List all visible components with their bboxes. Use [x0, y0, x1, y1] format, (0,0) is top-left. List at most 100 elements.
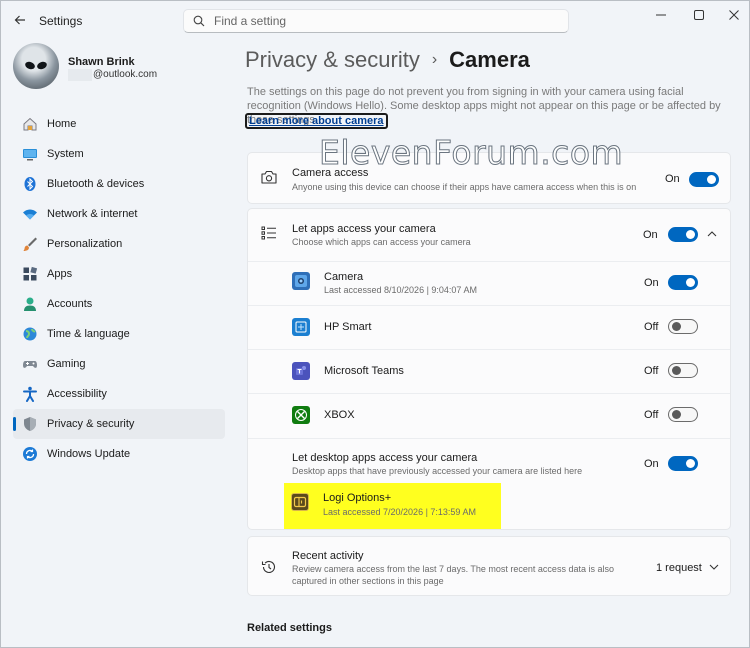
apps-icon: [22, 266, 38, 282]
desktop-apps-state: On: [644, 458, 659, 470]
list-icon: [261, 226, 276, 240]
related-settings-heading: Related settings: [247, 622, 332, 634]
let-apps-state: On: [643, 229, 658, 241]
let-apps-title: Let apps access your camera: [292, 223, 436, 235]
divider: [248, 393, 730, 394]
bluetooth-icon: [22, 176, 38, 192]
recent-activity-title: Recent activity: [292, 550, 364, 562]
user-profile[interactable]: Shawn Brink @outlook.com: [13, 43, 233, 91]
let-apps-toggle[interactable]: [668, 227, 698, 242]
back-arrow-icon: [14, 15, 25, 25]
camera-app-toggle[interactable]: [668, 275, 698, 290]
recent-activity-subtitle-1: Review camera access from the last 7 day…: [292, 564, 614, 574]
search-icon: [193, 15, 205, 27]
hp-smart-icon: [292, 318, 310, 336]
sidebar-item-label: Home: [47, 118, 77, 130]
search-input[interactable]: [214, 13, 554, 29]
sidebar-item-label: Bluetooth & devices: [47, 178, 145, 190]
minimize-icon: [656, 14, 666, 16]
breadcrumb-separator: ›: [431, 51, 438, 68]
page-title: Camera: [449, 47, 530, 72]
sidebar-item-bluetooth[interactable]: Bluetooth & devices: [13, 169, 225, 199]
close-button[interactable]: [716, 5, 749, 25]
chevron-up-icon[interactable]: [707, 230, 717, 237]
minimize-button[interactable]: [643, 5, 679, 25]
globe-icon: [22, 326, 38, 342]
search-box[interactable]: [183, 9, 569, 33]
sidebar-item-label: Apps: [47, 268, 73, 280]
teams-icon: [292, 362, 310, 380]
home-icon: [22, 116, 38, 132]
sidebar-item-accessibility[interactable]: Accessibility: [13, 379, 225, 409]
sidebar-nav: Home System Bluetooth & devices Network …: [13, 109, 225, 469]
app-access-card: Let apps access your camera Choose which…: [247, 208, 731, 530]
app-detail: Last accessed 8/10/2026 | 9:04:07 AM: [324, 285, 477, 295]
desktop-app-detail: Last accessed 7/20/2026 | 7:13:59 AM: [323, 507, 476, 517]
sidebar-item-home[interactable]: Home: [13, 109, 225, 139]
sidebar-item-label: Privacy & security: [47, 418, 135, 430]
app-state: Off: [644, 321, 659, 333]
sidebar-item-label: Network & internet: [47, 208, 138, 220]
maximize-button[interactable]: [681, 5, 717, 25]
logi-options-icon: [291, 493, 309, 511]
watermark: ElevenForum.com: [318, 133, 624, 173]
sidebar-item-label: Windows Update: [47, 448, 131, 460]
app-state: Off: [644, 365, 659, 377]
settings-window: Settings Shawn Brink @outlook.com Home: [0, 0, 750, 648]
breadcrumb-parent[interactable]: Privacy & security: [245, 47, 420, 73]
wifi-icon: [22, 206, 38, 222]
desktop-apps-subtitle: Desktop apps that have previously access…: [292, 466, 583, 476]
app-name: HP Smart: [324, 321, 372, 333]
shield-icon: [22, 416, 38, 432]
teams-toggle[interactable]: [668, 363, 698, 378]
desktop-apps-toggle[interactable]: [668, 456, 698, 471]
camera-icon: [261, 170, 277, 184]
app-name: Camera: [324, 271, 364, 283]
recent-activity-card[interactable]: Recent activity Review camera access fro…: [247, 536, 731, 596]
app-name: XBOX: [324, 409, 355, 421]
highlight-box: [284, 483, 501, 529]
sidebar-item-personalization[interactable]: Personalization: [13, 229, 225, 259]
app-state: On: [644, 277, 659, 289]
user-email: @outlook.com: [93, 69, 158, 80]
sidebar-item-label: Accessibility: [47, 388, 107, 400]
accessibility-icon: [22, 386, 38, 402]
update-icon: [22, 446, 38, 462]
divider: [248, 349, 730, 350]
sidebar-item-label: Gaming: [47, 358, 86, 370]
hp-smart-toggle[interactable]: [668, 319, 698, 334]
email-redaction: [68, 69, 92, 81]
divider: [248, 305, 730, 306]
sidebar-item-apps[interactable]: Apps: [13, 259, 225, 289]
avatar: [13, 43, 59, 89]
camera-access-toggle[interactable]: [689, 172, 719, 187]
brush-icon: [22, 236, 38, 252]
sidebar-item-windows-update[interactable]: Windows Update: [13, 439, 225, 469]
system-icon: [22, 146, 38, 162]
maximize-icon: [694, 10, 704, 20]
sidebar-item-system[interactable]: System: [13, 139, 225, 169]
sidebar-item-time-language[interactable]: Time & language: [13, 319, 225, 349]
sidebar-item-privacy-security[interactable]: Privacy & security: [13, 409, 225, 439]
camera-app-icon: [292, 272, 310, 290]
learn-more-link[interactable]: Learn more about camera: [245, 113, 388, 129]
camera-access-state: On: [665, 173, 680, 185]
gamepad-icon: [22, 356, 38, 372]
sidebar-item-gaming[interactable]: Gaming: [13, 349, 225, 379]
history-icon: [261, 560, 276, 573]
back-button[interactable]: [9, 9, 31, 31]
camera-access-subtitle: Anyone using this device can choose if t…: [292, 182, 637, 192]
xbox-toggle[interactable]: [668, 407, 698, 422]
sidebar-item-accounts[interactable]: Accounts: [13, 289, 225, 319]
app-state: Off: [644, 409, 659, 421]
sidebar-item-label: Accounts: [47, 298, 93, 310]
app-title: Settings: [39, 14, 83, 28]
user-name: Shawn Brink: [68, 56, 135, 68]
close-icon: [729, 10, 739, 20]
let-apps-subtitle: Choose which apps can access your camera: [292, 237, 471, 247]
title-bar: Settings: [1, 1, 749, 41]
sidebar-item-network[interactable]: Network & internet: [13, 199, 225, 229]
xbox-icon: [292, 406, 310, 424]
desktop-app-name: Logi Options+: [323, 492, 392, 504]
sidebar-item-label: System: [47, 148, 84, 160]
